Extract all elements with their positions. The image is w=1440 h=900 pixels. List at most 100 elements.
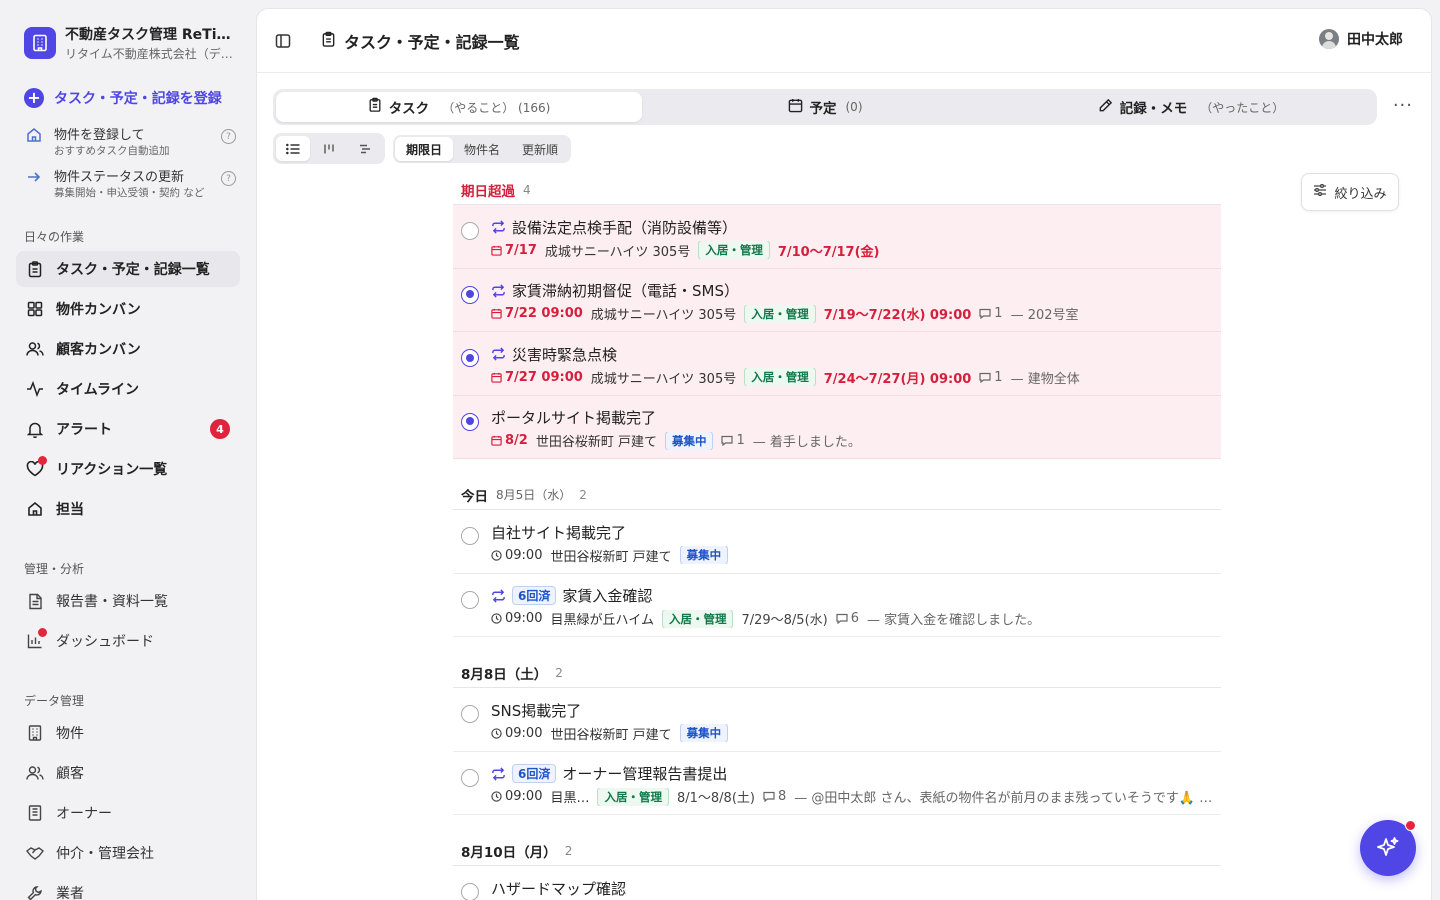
sidebar-item-reports[interactable]: 報告書・資料一覧 bbox=[16, 583, 240, 619]
comment-icon bbox=[763, 791, 775, 802]
comment-count[interactable]: 1 bbox=[721, 433, 745, 448]
group-count: 4 bbox=[523, 182, 531, 197]
property-name[interactable]: 世田谷桜新町 戸建て bbox=[536, 432, 657, 450]
property-name[interactable]: 成城サニーハイツ 305号 bbox=[591, 368, 736, 387]
comment-icon bbox=[836, 613, 848, 624]
property-name[interactable]: 世田谷桜新町 戸建て bbox=[550, 724, 671, 743]
user-name: 田中太郎 bbox=[1347, 32, 1403, 48]
comment-count[interactable]: 8 bbox=[763, 789, 786, 804]
header: タスク・予定・記録一覧 田中太郎 bbox=[257, 9, 1431, 73]
group-header: 今日 8月5日（水） 2 bbox=[453, 480, 1221, 510]
property-name[interactable]: 成城サニーハイツ 305号 bbox=[545, 241, 690, 260]
repeat-icon bbox=[491, 347, 506, 361]
task-row[interactable]: SNS掲載完了 09:00 世田谷桜新町 戸建て 募集中 bbox=[453, 688, 1221, 752]
alert-count-badge: 4 bbox=[210, 419, 230, 439]
register-property-shortcut[interactable]: 物件を登録して おすすめタスク自動追加 ? bbox=[24, 124, 236, 158]
task-status-radio[interactable] bbox=[461, 527, 479, 545]
help-icon[interactable]: ? bbox=[221, 171, 236, 186]
filter-button[interactable]: 絞り込み bbox=[1301, 173, 1399, 211]
task-status-radio[interactable] bbox=[461, 285, 479, 304]
task-status-radio[interactable] bbox=[461, 349, 479, 367]
sidebar-item-agencies[interactable]: 仲介・管理会社 bbox=[16, 835, 240, 871]
status-badge: 入居・管理 bbox=[698, 241, 770, 259]
comment-count[interactable]: 6 bbox=[836, 611, 859, 626]
sidebar-item-alerts[interactable]: アラート 4 bbox=[16, 411, 240, 447]
sidebar-item-assigned[interactable]: 担当 bbox=[16, 491, 240, 527]
calendar-icon bbox=[788, 98, 803, 117]
comment-icon bbox=[979, 372, 991, 383]
tool-icon bbox=[26, 884, 44, 900]
group-date: 8月5日（水） bbox=[496, 488, 572, 502]
sidebar-item-vendors[interactable]: 業者 bbox=[16, 875, 240, 900]
status-badge: 入居・管理 bbox=[744, 304, 816, 323]
sort-updated[interactable]: 更新順 bbox=[511, 137, 569, 161]
register-label: タスク・予定・記録を登録 bbox=[54, 91, 222, 107]
help-icon[interactable]: ? bbox=[221, 129, 236, 144]
kanban-view-button[interactable] bbox=[312, 136, 346, 161]
task-row[interactable]: 6回済 オーナー管理報告書提出 09:00 目黒… 入居・管理 8/1〜8/8(土) 8 — … bbox=[453, 752, 1221, 815]
sidebar-item-owners[interactable]: オーナー bbox=[16, 795, 240, 831]
user-menu[interactable]: 田中太郎 bbox=[1319, 29, 1403, 49]
ai-assistant-button[interactable] bbox=[1360, 820, 1416, 876]
tab-tasks[interactable]: タスク （やること） (166) bbox=[276, 92, 642, 122]
sidebar-item-customer-kanban[interactable]: 顧客カンバン bbox=[16, 331, 240, 367]
property-name[interactable]: 目黒緑が丘ハイム bbox=[550, 610, 653, 628]
task-status-radio[interactable] bbox=[461, 412, 479, 431]
sidebar-item-label: 顧客カンバン bbox=[56, 342, 141, 358]
comment-count[interactable]: 1 bbox=[979, 306, 1003, 321]
sidebar-item-timeline[interactable]: タイムライン bbox=[16, 371, 240, 407]
tab-schedule[interactable]: 予定 (0) bbox=[642, 92, 1008, 122]
task-status-radio[interactable] bbox=[461, 768, 479, 787]
sort-due-date[interactable]: 期限日 bbox=[395, 137, 454, 161]
status-badge: 入居・管理 bbox=[661, 609, 734, 628]
sidebar-item-customers[interactable]: 顧客 bbox=[16, 755, 240, 791]
sidebar-item-dashboard[interactable]: ダッシュボード bbox=[16, 623, 240, 659]
register-button[interactable]: + タスク・予定・記録を登録 bbox=[24, 88, 222, 108]
task-row[interactable]: 災害時緊急点検 7/27 09:00 成城サニーハイツ 305号 入居・管理 7/24〜… bbox=[453, 332, 1221, 396]
section-daily-label: 日々の作業 bbox=[24, 230, 85, 244]
gantt-view-button[interactable] bbox=[348, 136, 382, 161]
comment-icon bbox=[721, 435, 734, 446]
task-group: 今日 8月5日（水） 2 自社サイト掲載完了 09:00 世田谷桜新町 戸建て 募集中 6回済… bbox=[453, 480, 1221, 637]
update-status-shortcut[interactable]: 物件ステータスの更新 募集開始・申込受領・契約 など ? bbox=[24, 166, 236, 200]
group-header: 8月8日（土） 2 bbox=[453, 658, 1221, 688]
grid-icon bbox=[26, 300, 44, 318]
property-name[interactable]: 成城サニーハイツ 305号 bbox=[591, 305, 736, 323]
tab-label: タスク bbox=[388, 101, 430, 117]
property-name[interactable]: 世田谷桜新町 戸建て bbox=[550, 546, 671, 565]
section-data-label: データ管理 bbox=[24, 694, 85, 708]
task-status-radio[interactable] bbox=[461, 705, 479, 723]
task-row[interactable]: 家賃滞納初期督促（電話・SMS） 7/22 09:00 成城サニーハイツ 305号入… bbox=[453, 268, 1221, 332]
sidebar-item-properties[interactable]: 物件 bbox=[16, 715, 240, 751]
list-view-button[interactable] bbox=[276, 136, 310, 161]
task-row[interactable]: 6回済 家賃入金確認 09:00 目黒緑が丘ハイム 入居・管理 7/29〜8/5(水) 6 —… bbox=[453, 574, 1221, 637]
sidebar-item-reactions[interactable]: リアクション一覧 bbox=[16, 451, 240, 487]
comment-count[interactable]: 1 bbox=[979, 370, 1003, 385]
sidebar-item-task-list[interactable]: タスク・予定・記録一覧 bbox=[16, 251, 240, 287]
task-row[interactable]: ポータルサイト掲載完了 8/2 世田谷桜新町 戸建て 募集中 1 — 着手しました。 bbox=[453, 395, 1221, 459]
task-group: 8月8日（土） 2 SNS掲載完了 09:00 世田谷桜新町 戸建て 募集中 6回済 オーナー… bbox=[453, 658, 1221, 815]
task-row[interactable]: 自社サイト掲載完了 09:00 世田谷桜新町 戸建て 募集中 bbox=[453, 510, 1221, 574]
task-row[interactable]: 設備法定点検手配（消防設備等） 7/17 成城サニーハイツ 305号 入居・管理 7/1… bbox=[453, 205, 1221, 269]
sidebar-item-property-kanban[interactable]: 物件カンバン bbox=[16, 291, 240, 327]
task-status-radio[interactable] bbox=[461, 222, 479, 240]
arrow-right-icon bbox=[24, 169, 44, 185]
company-name: リタイム不動産株式会社（デモ） bbox=[65, 47, 239, 61]
bar-chart-icon bbox=[26, 628, 47, 650]
tab-records[interactable]: 記録・メモ （やったこと） bbox=[1008, 92, 1374, 122]
sort-property-name[interactable]: 物件名 bbox=[453, 137, 511, 161]
group-count: 2 bbox=[564, 843, 573, 858]
task-status-radio[interactable] bbox=[461, 883, 479, 900]
sidebar-item-label: タスク・予定・記録一覧 bbox=[56, 262, 210, 278]
page-title: タスク・予定・記録一覧 bbox=[321, 29, 520, 53]
task-status-radio[interactable] bbox=[461, 590, 479, 609]
sidebar-toggle-icon[interactable] bbox=[275, 33, 291, 53]
more-options-icon[interactable]: ··· bbox=[1393, 95, 1413, 116]
property-name[interactable]: 目黒… bbox=[550, 788, 589, 806]
task-period: 7/10〜7/17(金) bbox=[777, 244, 880, 260]
task-title: オーナー管理報告書提出 bbox=[562, 765, 728, 783]
brand[interactable]: 不動産タスク管理 ReTime リタイム不動産株式会社（デモ） bbox=[24, 24, 239, 62]
sidebar-item-label: オーナー bbox=[56, 806, 112, 822]
task-row[interactable]: ハザードマップ確認 bbox=[453, 866, 1221, 900]
due-date: 09:00 bbox=[491, 726, 542, 741]
